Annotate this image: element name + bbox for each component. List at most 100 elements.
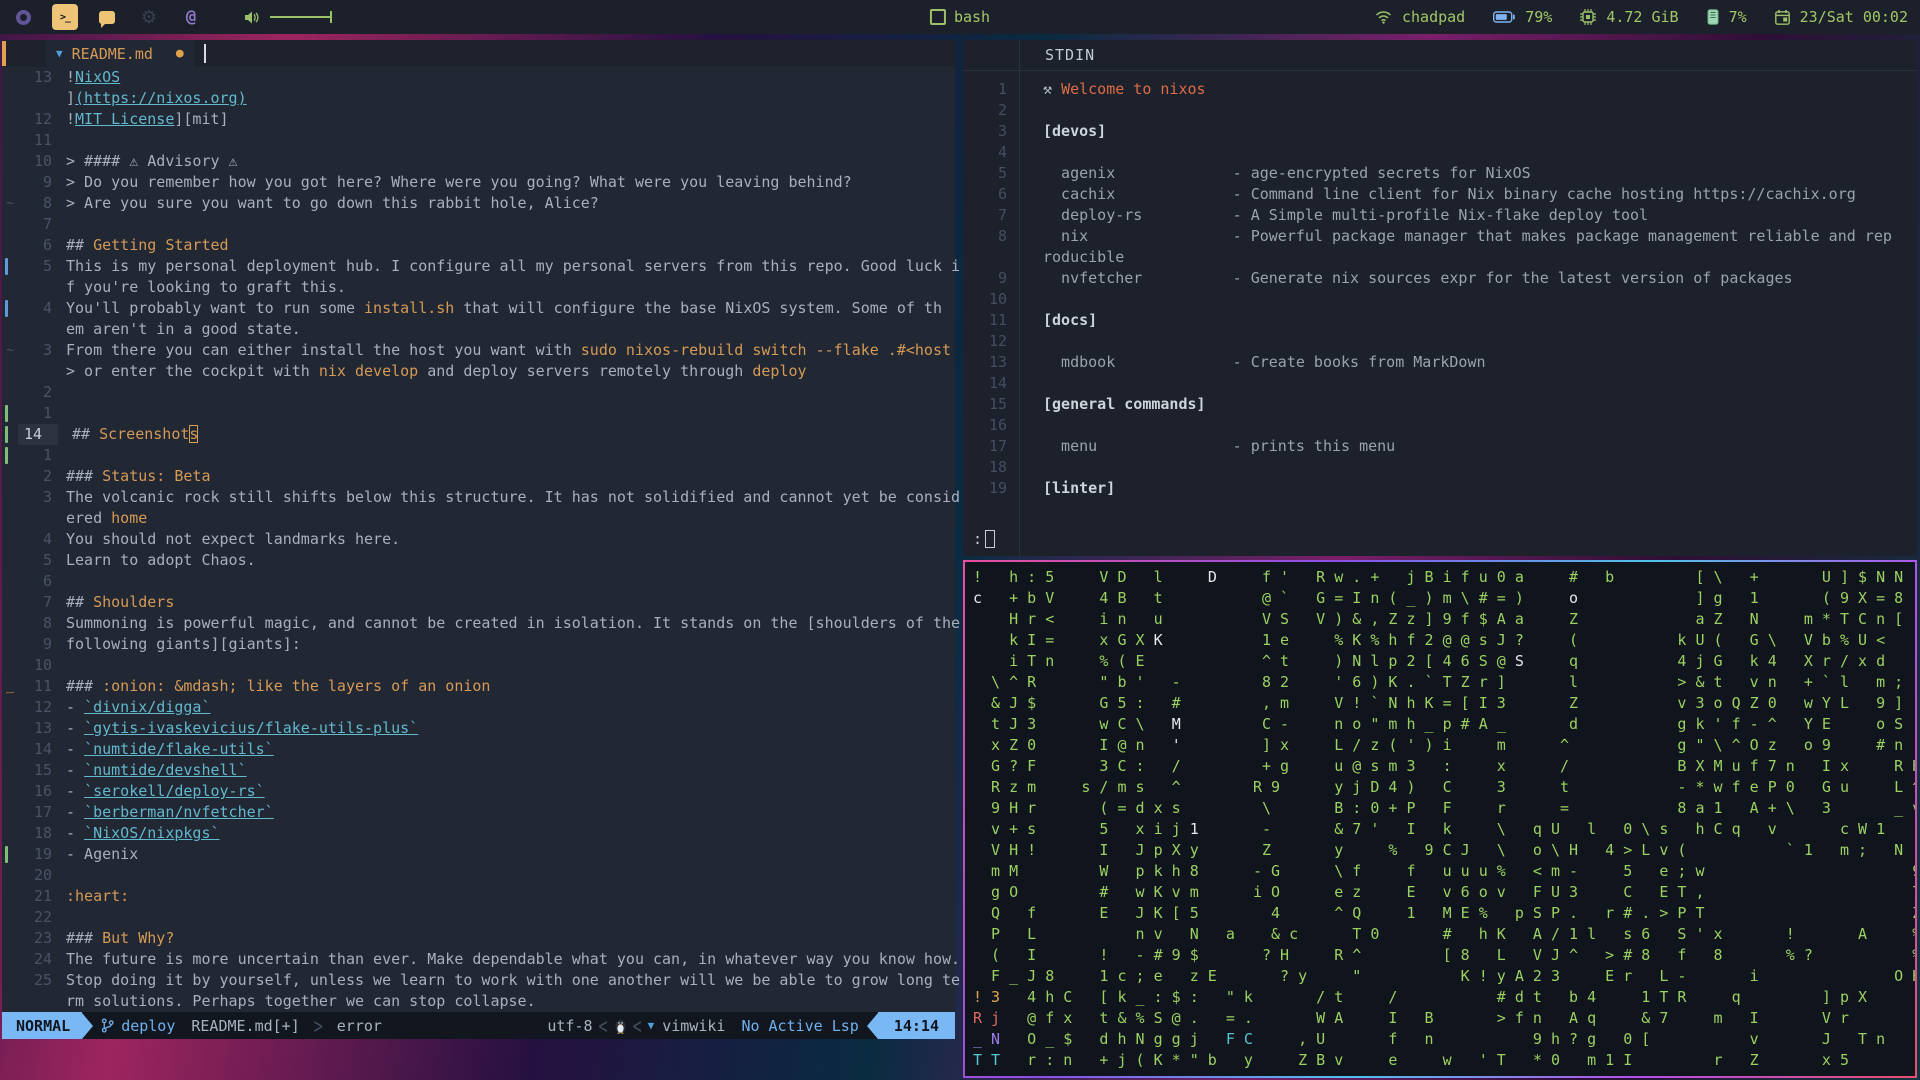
stdin-terminal-window: STDIN 1 ⚒ Welcome to nixos 2 3 [devos] 4 5 age… xyxy=(963,40,1917,556)
stdin-row: 13 mdbook - Create books from MarkDown xyxy=(988,353,1486,371)
stdin-row: 7 deploy-rs - A Simple multi-profile Nix… xyxy=(997,206,1649,224)
powerline-arrow xyxy=(82,1012,94,1039)
stdin-row: 5 agenix - age-encrypted secrets for Nix… xyxy=(997,164,1531,182)
matrix-row: c + b V 4 B t @ ` G = I n ( _ ) m \ # = … xyxy=(973,589,1915,607)
powerline-arrow xyxy=(866,1012,878,1039)
matrix-row: R z m s / m s ^ R 9 y j D 4 ) C 3 t - * … xyxy=(973,778,1915,796)
editor-row: 9 > Do you remember how you got here? Whe… xyxy=(42,173,852,191)
editor-row: 14- `numtide/flake-utils` xyxy=(33,740,274,758)
stdin-row: 6 cachix - Command line client for Nix b… xyxy=(997,185,1856,203)
separator-left-icon: < xyxy=(598,1012,608,1039)
stdin-rows: 1 ⚒ Welcome to nixos 2 3 [devos] 4 5 agenix - … xyxy=(963,79,1917,499)
stdin-row: 9 nvfetcher - Generate nix sources expr … xyxy=(997,269,1793,287)
prompt-cursor xyxy=(985,530,996,548)
tab-accent-bar xyxy=(2,41,6,66)
prompt-colon: : xyxy=(973,530,983,548)
editor-row: 2 ### Status: Beta xyxy=(42,467,211,485)
ram-icon xyxy=(1707,9,1719,25)
command-prompt[interactable]: : xyxy=(973,530,996,548)
wifi-icon[interactable] xyxy=(1375,10,1392,24)
editor-row: 6 xyxy=(42,572,52,590)
volume-control[interactable] xyxy=(244,10,332,25)
editor-row: 4 You'll probably want to run some instal… xyxy=(2,298,955,319)
gear-icon[interactable]: ⚙ xyxy=(136,4,162,30)
matrix-row: k I = x G X K 1 e % K % h f 2 @ @ s J ? … xyxy=(973,631,1915,649)
stdin-row: 1 ⚒ Welcome to nixos xyxy=(997,80,1206,98)
editor-row: ](https://nixos.org) xyxy=(66,89,247,107)
firefox-icon[interactable] xyxy=(10,4,36,30)
clock-label: 23/Sat 00:02 xyxy=(1799,8,1908,26)
editor-row: ~3 From there you can either install the … xyxy=(6,341,952,359)
matrix-row: P L n v N a & c T 0 # h K A / 1 l s 6 S … xyxy=(973,925,1915,943)
speaker-icon xyxy=(244,10,260,25)
branch-name: deploy xyxy=(121,1016,176,1035)
at-icon[interactable]: @ xyxy=(178,4,204,30)
editor-row: 20 xyxy=(33,866,52,884)
editor-row: f you're looking to graft this. xyxy=(66,278,346,296)
stdin-row: roducible xyxy=(1043,248,1125,266)
tab-readme[interactable]: ▼ README.md ● xyxy=(46,40,194,67)
editor-row: ered home xyxy=(66,509,148,527)
statusline-filename: README.md[+] xyxy=(191,1016,300,1035)
stdin-row: 10 xyxy=(988,290,1007,308)
editor-row: _ 11 ### :onion: &mdash; like the layers o… xyxy=(6,677,491,695)
editor-row: > or enter the cockpit with nix develop … xyxy=(66,362,807,380)
editor-statusline: NORMAL deploy README.md[+] > error utf-8… xyxy=(2,1012,955,1039)
battery-percent: 79% xyxy=(1525,8,1553,26)
editor-row: 12 !MIT License][mit] xyxy=(33,110,229,128)
matrix-content[interactable]: ! h : 5 V D l D f ' R w . + j B i f u 0 … xyxy=(965,562,1915,1076)
editor-row: 5 This is my personal deployment hub. I c… xyxy=(2,256,960,277)
editor-row: 7 xyxy=(42,215,52,233)
tab-filename: README.md xyxy=(71,44,153,63)
editor-row: 3 The volcanic rock still shifts below th… xyxy=(42,488,961,506)
battery-icon xyxy=(1493,11,1516,23)
stdin-row: 11 [docs] xyxy=(988,311,1098,329)
stdin-row: 17 menu - prints this menu xyxy=(988,437,1396,455)
stdin-row: 19 [linter] xyxy=(988,479,1116,497)
editor-row: 16- `serokell/deploy-rs` xyxy=(33,782,265,800)
branch-icon xyxy=(101,1018,114,1033)
stdin-title-row: STDIN xyxy=(963,40,1917,71)
matrix-row: 9 H r ( = d x s \ B : 0 + P F r = 8 a 1 … xyxy=(973,799,1915,817)
editor-rows[interactable]: 13 !NixOS](https://nixos.org) 12 !MIT Licen… xyxy=(2,67,961,1012)
editor-row: 2 xyxy=(42,383,52,401)
matrix-row: \ ^ R " b ' - 8 2 ' 6 ) K . ` T Z r ] l … xyxy=(973,673,1915,691)
terminal-icon[interactable]: >_ xyxy=(52,4,78,30)
editor-row: 5 Learn to adopt Chaos. xyxy=(42,551,256,569)
editor-row: 7 ## Shoulders xyxy=(42,593,175,611)
calendar-icon[interactable] xyxy=(1774,9,1790,25)
matrix-row: ! 3 4 h C [ k _ : $ : " k / t / # d t b … xyxy=(973,988,1915,1006)
editor-row: 10 xyxy=(33,656,52,674)
statusline-right: utf-8 < < ▼ vimwiki No Active Lsp 14:14 xyxy=(547,1012,955,1039)
stdin-row: 14 xyxy=(988,374,1007,392)
editor-row: 23 ### But Why? xyxy=(33,929,175,947)
editor-row: rm solutions. Perhaps together we can st… xyxy=(66,992,536,1010)
matrix-row: H r < i n u V S V ) & , Z z ] 9 f $ A a … xyxy=(973,610,1915,628)
markdown-icon: ▼ xyxy=(56,47,63,60)
editor-window: ▼ README.md ● 13 !NixOS](https://nixos.or… xyxy=(2,40,961,1039)
stdin-row: 8 nix - Powerful package manager that ma… xyxy=(997,227,1892,245)
matrix-row: t J 3 w C \ M C - n o " m h _ p # A _ d … xyxy=(973,715,1915,733)
filetype-label: vimwiki xyxy=(662,1016,726,1035)
editor-row: 15- `numtide/devshell` xyxy=(33,761,247,779)
matrix-row: i T n % ( E ^ t ) N l p 2 [ 4 6 S @ S q … xyxy=(973,652,1915,670)
chat-icon[interactable] xyxy=(94,4,120,30)
modified-dot-icon: ● xyxy=(175,46,184,61)
editor-row: 9 following giants][giants]: xyxy=(42,635,301,653)
focused-window-title: bash xyxy=(929,8,990,26)
editor-row: 4 You should not expect landmarks here. xyxy=(42,530,401,548)
editor-row: 6 ## Getting Started xyxy=(42,236,229,254)
editor-row: ~8 > Are you sure you want to go down thi… xyxy=(6,194,599,212)
editor-row: 22 xyxy=(33,908,52,926)
matrix-row: V H ! I J p X y Z y % 9 C J \ o \ H 4 > … xyxy=(973,841,1915,859)
git-branch[interactable]: deploy xyxy=(101,1017,175,1035)
editor-row: 18- `NixOS/nixpkgs` xyxy=(33,824,220,842)
window-icon xyxy=(929,9,946,25)
volume-slider[interactable] xyxy=(270,11,332,23)
matrix-row: T T r : n + j ( K * " b y Z B v e w ' T … xyxy=(973,1051,1915,1069)
stdin-row: 3 [devos] xyxy=(997,122,1107,140)
editor-row: 25 Stop doing it by yourself, unless we l… xyxy=(33,971,961,989)
diagnostic-label: error xyxy=(336,1016,382,1035)
stdin-row: 2 xyxy=(997,101,1007,119)
cpu-chip-icon xyxy=(1580,9,1597,25)
